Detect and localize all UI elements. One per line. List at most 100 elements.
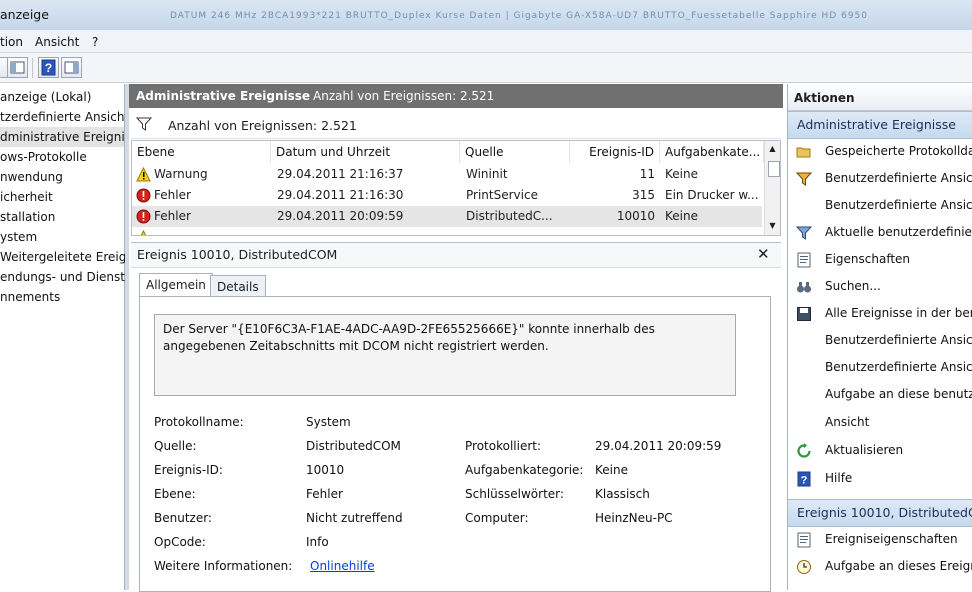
center-pane: Administrative Ereignisse Anzahl von Ere…: [129, 84, 783, 592]
task-clock-icon: [796, 559, 812, 575]
value-user: Nicht zutreffend: [306, 511, 403, 525]
action-attach-task-to-view[interactable]: Aufgabe an diese benutzer: [788, 381, 972, 408]
error-icon: [136, 188, 151, 203]
action-view-submenu[interactable]: Ansicht: [788, 409, 972, 436]
tree-item-windows-logs[interactable]: ows-Protokolle: [0, 147, 87, 167]
menu-help[interactable]: ?: [92, 35, 98, 49]
tree-item-applications-services[interactable]: endungs- und Dienstp: [0, 267, 133, 287]
action-find[interactable]: Suchen...: [788, 273, 972, 300]
action-label: Benutzerdefinierte Ansicht: [825, 171, 972, 185]
save-icon: [796, 306, 812, 322]
row-level: Fehler: [154, 209, 191, 223]
toolbar: ?: [0, 53, 972, 83]
action-filter-current-view[interactable]: Aktuelle benutzerdefinierte: [788, 219, 972, 246]
menu-view[interactable]: Ansicht: [35, 35, 79, 49]
help-button[interactable]: ?: [38, 57, 59, 78]
filter-bar: Anzahl von Ereignissen: 2.521: [131, 112, 781, 139]
title-banner: DATUM 246 MHz 2BCA1993*221 BRUTTO_Duplex…: [170, 11, 869, 21]
action-label: Alle Ereignisse in der benu: [825, 306, 972, 320]
online-help-link[interactable]: Onlinehilfe: [310, 559, 375, 573]
menu-bar: tion Ansicht ?: [0, 30, 972, 53]
show-hide-action-pane-button[interactable]: [61, 57, 82, 78]
tree-item-forwarded-events[interactable]: Weitergeleitete Ereigni: [0, 247, 137, 267]
row-datetime: 29.04.2011 21:16:37: [277, 167, 404, 181]
refresh-icon: [796, 443, 812, 459]
label-user: Benutzer:: [154, 511, 212, 525]
filter-icon: [795, 171, 813, 187]
value-event-id: 10010: [306, 463, 345, 477]
action-label: Benutzerdefinierte Ansicht: [825, 360, 972, 374]
event-list-scrollbar[interactable]: ▲ ▼: [764, 141, 780, 235]
tree-item-subscriptions[interactable]: nnements: [0, 287, 60, 307]
center-event-count: Anzahl von Ereignissen: 2.521: [313, 89, 495, 103]
action-label: Ereigniseigenschaften: [825, 532, 958, 546]
value-log-name: System: [306, 415, 351, 429]
tree-item-administrative-events[interactable]: dministrative Ereignis: [0, 127, 131, 147]
action-copy-custom-view[interactable]: Benutzerdefinierte Ansicht: [788, 354, 972, 381]
action-label: Aufgabe an diese benutzer: [825, 387, 972, 401]
label-event-id: Ereignis-ID:: [154, 463, 223, 477]
action-help[interactable]: ? Hilfe: [788, 465, 972, 492]
action-refresh[interactable]: Aktualisieren: [788, 437, 972, 464]
label-computer: Computer:: [465, 511, 529, 525]
table-row[interactable]: Warnung 29.04.2011 21:16:37 Wininit 11 K…: [132, 164, 762, 185]
label-opcode: OpCode:: [154, 535, 206, 549]
actions-title: Aktionen: [794, 91, 855, 105]
table-row-partial[interactable]: [132, 227, 762, 235]
section-title: Administrative Ereignisse: [797, 117, 956, 132]
tab-general[interactable]: Allgemein: [139, 273, 213, 297]
column-header-event-id[interactable]: Ereignis-ID: [570, 141, 660, 163]
properties-icon: [796, 252, 812, 268]
tree-item-application[interactable]: nwendung: [0, 167, 63, 187]
tree-item-setup[interactable]: stallation: [0, 207, 55, 227]
action-export-custom-view[interactable]: Benutzerdefinierte Ansicht: [788, 327, 972, 354]
action-create-custom-view[interactable]: Benutzerdefinierte Ansicht: [788, 165, 972, 192]
label-keywords: Schlüsselwörter:: [465, 487, 564, 501]
action-open-saved-log[interactable]: Gespeicherte Protokolldatei: [788, 138, 972, 165]
action-properties[interactable]: Eigenschaften: [788, 246, 972, 273]
table-row-selected[interactable]: Fehler 29.04.2011 20:09:59 DistributedC.…: [132, 206, 762, 227]
column-header-level[interactable]: Ebene: [132, 141, 271, 163]
action-label: Eigenschaften: [825, 252, 911, 266]
column-header-datetime[interactable]: Datum und Uhrzeit: [271, 141, 460, 163]
value-logged: 29.04.2011 20:09:59: [595, 439, 722, 453]
scroll-up-icon[interactable]: ▲: [767, 143, 778, 154]
column-header-category[interactable]: Aufgabenkate...: [660, 141, 764, 163]
event-message[interactable]: Der Server "{E10F6C3A-F1AE-4ADC-AA9D-2FE…: [154, 314, 736, 396]
column-header-source[interactable]: Quelle: [460, 141, 570, 163]
action-save-all-events[interactable]: Alle Ereignisse in der benu: [788, 300, 972, 327]
tree-item-root[interactable]: anzeige (Lokal): [0, 87, 91, 107]
detail-header: Ereignis 10010, DistributedCOM ✕: [131, 242, 781, 268]
detail-title: Ereignis 10010, DistributedCOM: [137, 247, 338, 262]
menu-action[interactable]: tion: [0, 35, 23, 49]
row-category: Keine: [665, 167, 698, 181]
actions-section-administrative-events[interactable]: Administrative Ereignisse: [788, 111, 972, 139]
action-attach-task-to-event[interactable]: Aufgabe an dieses Ereignis: [788, 553, 972, 580]
table-row[interactable]: Fehler 29.04.2011 21:16:30 PrintService …: [132, 185, 762, 206]
tree-item-custom-views[interactable]: tzerdefinierte Ansichte: [0, 107, 137, 127]
center-title: Administrative Ereignisse: [136, 89, 311, 103]
scroll-thumb[interactable]: [768, 161, 780, 177]
action-label: Aktuelle benutzerdefinierte: [825, 225, 972, 239]
tab-details[interactable]: Details: [210, 275, 266, 297]
row-level: Warnung: [154, 167, 208, 181]
actions-section-event[interactable]: Ereignis 10010, DistributedCOM: [788, 499, 972, 527]
row-datetime: 29.04.2011 21:16:30: [277, 188, 404, 202]
section-title: Ereignis 10010, DistributedCOM: [797, 505, 972, 520]
action-label: Suchen...: [825, 279, 881, 293]
binoculars-icon: [796, 279, 812, 295]
warning-icon: [140, 230, 147, 235]
tree-item-security[interactable]: icherheit: [0, 187, 53, 207]
value-source: DistributedCOM: [306, 439, 401, 453]
tree-item-system[interactable]: ystem: [0, 227, 37, 247]
scroll-down-icon[interactable]: ▼: [767, 220, 778, 231]
label-level: Ebene:: [154, 487, 196, 501]
row-source: PrintService: [466, 188, 538, 202]
folder-open-icon: [796, 144, 812, 160]
close-icon[interactable]: ✕: [757, 245, 770, 263]
action-import-custom-view[interactable]: Benutzerdefinierte Ansicht: [788, 192, 972, 219]
show-hide-console-tree-button[interactable]: [7, 57, 28, 78]
event-list: Ebene Datum und Uhrzeit Quelle Ereignis-…: [131, 140, 781, 236]
action-label: Aufgabe an dieses Ereignis: [825, 559, 972, 573]
action-event-properties[interactable]: Ereigniseigenschaften: [788, 526, 972, 553]
